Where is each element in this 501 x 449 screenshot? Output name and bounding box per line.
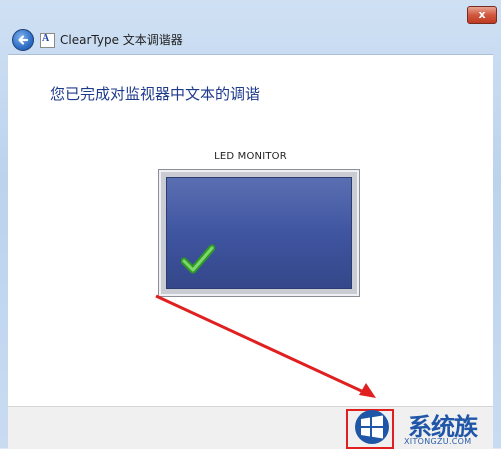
footer-bar: 系统族 XITONGZU.COM [8, 406, 493, 449]
monitor-screen [166, 177, 352, 289]
close-button[interactable]: x [467, 6, 497, 24]
windows-logo-icon [355, 410, 389, 444]
checkmark-icon [181, 244, 215, 274]
back-button[interactable] [12, 29, 34, 51]
watermark-url: XITONGZU.COM [404, 437, 472, 446]
window-title: ClearType 文本调谐器 [60, 33, 183, 47]
content-area: 您已完成对监视器中文本的调谐 LED MONITOR [8, 54, 493, 407]
title-bar: A ClearType 文本调谐器 [8, 26, 493, 54]
back-arrow-icon [18, 35, 29, 45]
monitor-illustration [158, 169, 360, 297]
cleartype-app-icon: A [40, 33, 55, 48]
window-frame: x A ClearType 文本调谐器 您已完成对监视器中文本的调谐 LED M… [0, 0, 501, 449]
app-icon-letter: A [42, 33, 50, 44]
page-heading: 您已完成对监视器中文本的调谐 [50, 85, 261, 103]
monitor-label: LED MONITOR [214, 151, 287, 162]
